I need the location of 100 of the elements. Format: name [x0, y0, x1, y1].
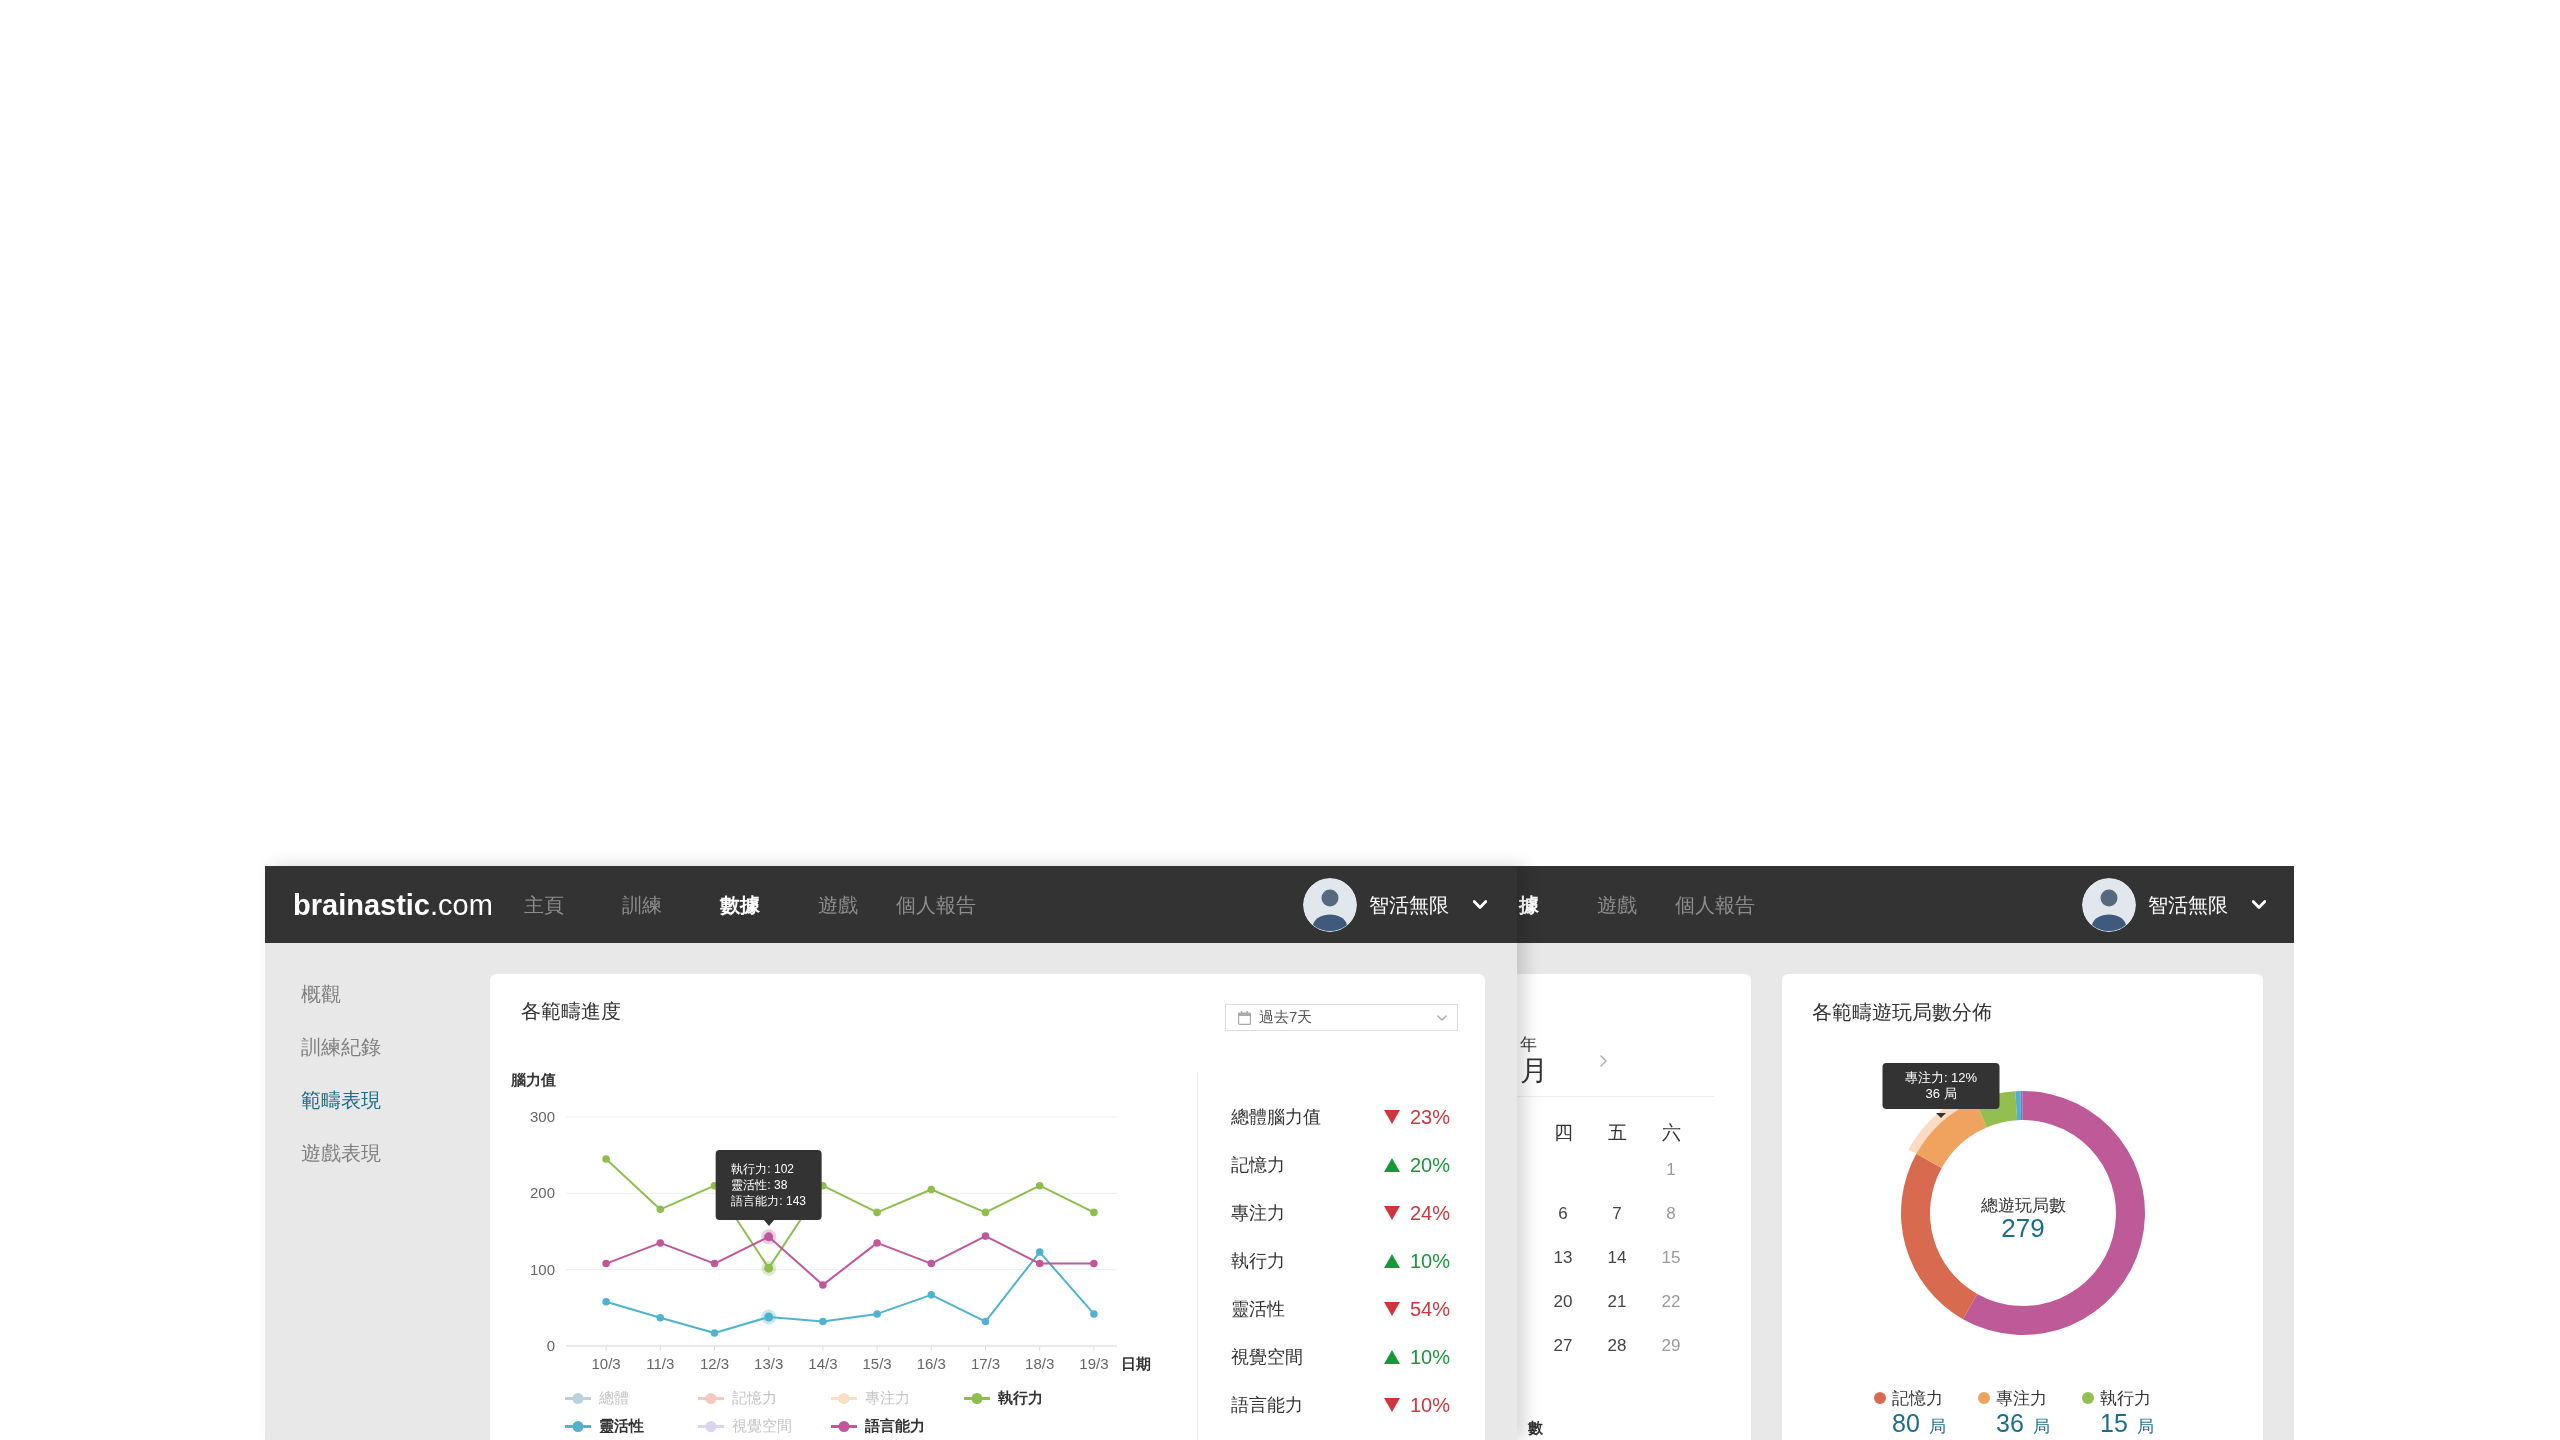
user-avatar-icon	[2082, 877, 2136, 932]
x-tick-label: 18/3	[1025, 1355, 1055, 1372]
calendar-day[interactable]: 7	[1612, 1204, 1622, 1224]
tooltip-text: 語言能力: 143	[731, 1193, 807, 1209]
stat-change: 10%	[1408, 1393, 1450, 1417]
down-triangle-icon	[1384, 1302, 1400, 1316]
x-tick-label: 16/3	[916, 1355, 946, 1372]
calendar-day[interactable]: 6	[1558, 1204, 1568, 1224]
sidebar-item[interactable]: 概觀	[301, 968, 341, 1021]
nav-link[interactable]: 個人報告	[886, 892, 985, 917]
calendar-day[interactable]: 29	[1661, 1336, 1681, 1356]
up-triangle-icon	[1384, 1350, 1400, 1364]
legend-label: 執行力	[2100, 1387, 2151, 1410]
x-tick-label: 11/3	[646, 1355, 675, 1372]
site-logo[interactable]: brainastic.com	[293, 887, 493, 922]
calendar-day[interactable]: 21	[1607, 1292, 1627, 1312]
nav-link[interactable]: 遊戲	[788, 892, 887, 917]
calendar-footer-text: 數	[1528, 1420, 1543, 1436]
weekday-label: 六	[1661, 1121, 1681, 1145]
unit-label: 局	[2032, 1416, 2050, 1438]
user-name[interactable]: 智活無限	[1369, 892, 1449, 917]
stat-change: 23%	[1408, 1105, 1450, 1129]
sidebar-item[interactable]: 範疇表現	[301, 1074, 381, 1127]
stat-label: 專注力	[1231, 1202, 1285, 1225]
legend-label: 記憶力	[1892, 1387, 1943, 1410]
card-title: 各範疇進度	[521, 1000, 621, 1022]
calendar-day[interactable]: 1	[1666, 1160, 1676, 1180]
stat-change: 54%	[1408, 1297, 1450, 1321]
y-tick-label: 200	[529, 1184, 555, 1202]
month-text: 月	[1520, 1055, 1548, 1087]
y-tick-label: 300	[529, 1108, 555, 1125]
legend-item[interactable]: 執行力	[964, 1384, 1043, 1412]
date-range-select[interactable]: 過去7天	[1225, 1004, 1458, 1031]
stat-change: 10%	[1408, 1249, 1450, 1273]
stat-label: 執行力	[1231, 1250, 1285, 1273]
chevron-right-icon[interactable]	[1600, 1055, 1607, 1067]
tooltip-pointer-icon	[1936, 1113, 1946, 1118]
y-axis-title: 腦力值	[511, 1072, 556, 1088]
tooltip-text: 靈活性: 38	[731, 1177, 789, 1193]
down-triangle-icon	[1384, 1110, 1400, 1124]
stat-label: 記憶力	[1231, 1154, 1285, 1177]
x-tick-label: 14/3	[808, 1355, 838, 1372]
calendar-day[interactable]: 28	[1607, 1336, 1627, 1356]
weekday-label: 四	[1553, 1121, 1573, 1145]
unit-label: 局	[1928, 1416, 1946, 1438]
calendar-day[interactable]: 8	[1666, 1204, 1676, 1224]
tooltip-text: 執行力: 102	[731, 1161, 796, 1177]
year-text: 年	[1520, 1035, 1537, 1055]
calendar-day[interactable]: 14	[1607, 1248, 1627, 1268]
legend-item[interactable]: 語言能力	[831, 1412, 925, 1440]
sidebar-item[interactable]: 遊戲表現	[301, 1127, 381, 1180]
user-avatar-icon	[1303, 877, 1357, 932]
y-tick-label: 0	[546, 1337, 555, 1354]
sidebar-item[interactable]: 訓練紀錄	[301, 1021, 381, 1074]
nav-link[interactable]: 數據	[690, 892, 789, 917]
game-count: 15	[2100, 1410, 2128, 1436]
card-title: 各範疇遊玩局數分佈	[1812, 1000, 1992, 1024]
calendar-day[interactable]: 27	[1553, 1336, 1573, 1356]
tooltip-text: 專注力: 12%	[1903, 1070, 1979, 1086]
total-label: 總遊玩局數	[1980, 1196, 2065, 1215]
stat-change: 20%	[1408, 1153, 1450, 1177]
calendar-day[interactable]: 20	[1553, 1292, 1573, 1312]
calendar-icon	[1238, 1010, 1251, 1025]
chevron-down-icon[interactable]	[1473, 900, 1487, 909]
x-tick-label: 12/3	[699, 1355, 730, 1372]
nav-link[interactable]: 訓練	[592, 892, 691, 917]
user-name[interactable]: 智活無限	[2148, 892, 2228, 917]
stat-change: 24%	[1408, 1201, 1450, 1225]
chevron-down-icon	[1437, 1014, 1447, 1021]
game-count: 80	[1892, 1410, 1920, 1436]
calendar-day[interactable]: 15	[1661, 1248, 1681, 1268]
x-axis-title: 日期	[1121, 1356, 1151, 1372]
x-tick-label: 10/3	[591, 1355, 621, 1372]
stat-label: 總體腦力值	[1231, 1106, 1321, 1129]
legend-label: 專注力	[1996, 1387, 2047, 1410]
unit-label: 局	[2136, 1416, 2154, 1438]
stat-change: 10%	[1408, 1345, 1450, 1369]
calendar-day[interactable]: 22	[1661, 1292, 1681, 1312]
up-triangle-icon	[1384, 1254, 1400, 1268]
chevron-down-icon[interactable]	[2252, 900, 2266, 909]
game-count: 36	[1996, 1410, 2024, 1436]
x-tick-label: 17/3	[970, 1355, 1001, 1372]
down-triangle-icon	[1384, 1398, 1400, 1412]
nav-link[interactable]: 遊戲	[1568, 892, 1666, 917]
up-triangle-icon	[1384, 1158, 1400, 1172]
y-tick-label: 100	[529, 1260, 555, 1278]
nav-link[interactable]: 據	[1519, 892, 1539, 917]
stat-label: 視覺空間	[1231, 1346, 1303, 1369]
nav-link[interactable]: 個人報告	[1666, 892, 1764, 917]
weekday-label: 五	[1607, 1121, 1627, 1145]
x-tick-label: 13/3	[754, 1355, 784, 1372]
down-triangle-icon	[1384, 1206, 1400, 1220]
nav-link[interactable]: 主頁	[494, 892, 593, 917]
total-value: 279	[2000, 1213, 2045, 1243]
calendar-day[interactable]: 13	[1553, 1248, 1573, 1268]
legend-item[interactable]: 靈活性	[565, 1412, 644, 1440]
stat-label: 靈活性	[1231, 1298, 1285, 1321]
tooltip-text: 36 局	[1924, 1086, 1958, 1102]
donut-slice[interactable]	[1962, 1091, 2145, 1335]
stat-label: 語言能力	[1231, 1394, 1303, 1417]
